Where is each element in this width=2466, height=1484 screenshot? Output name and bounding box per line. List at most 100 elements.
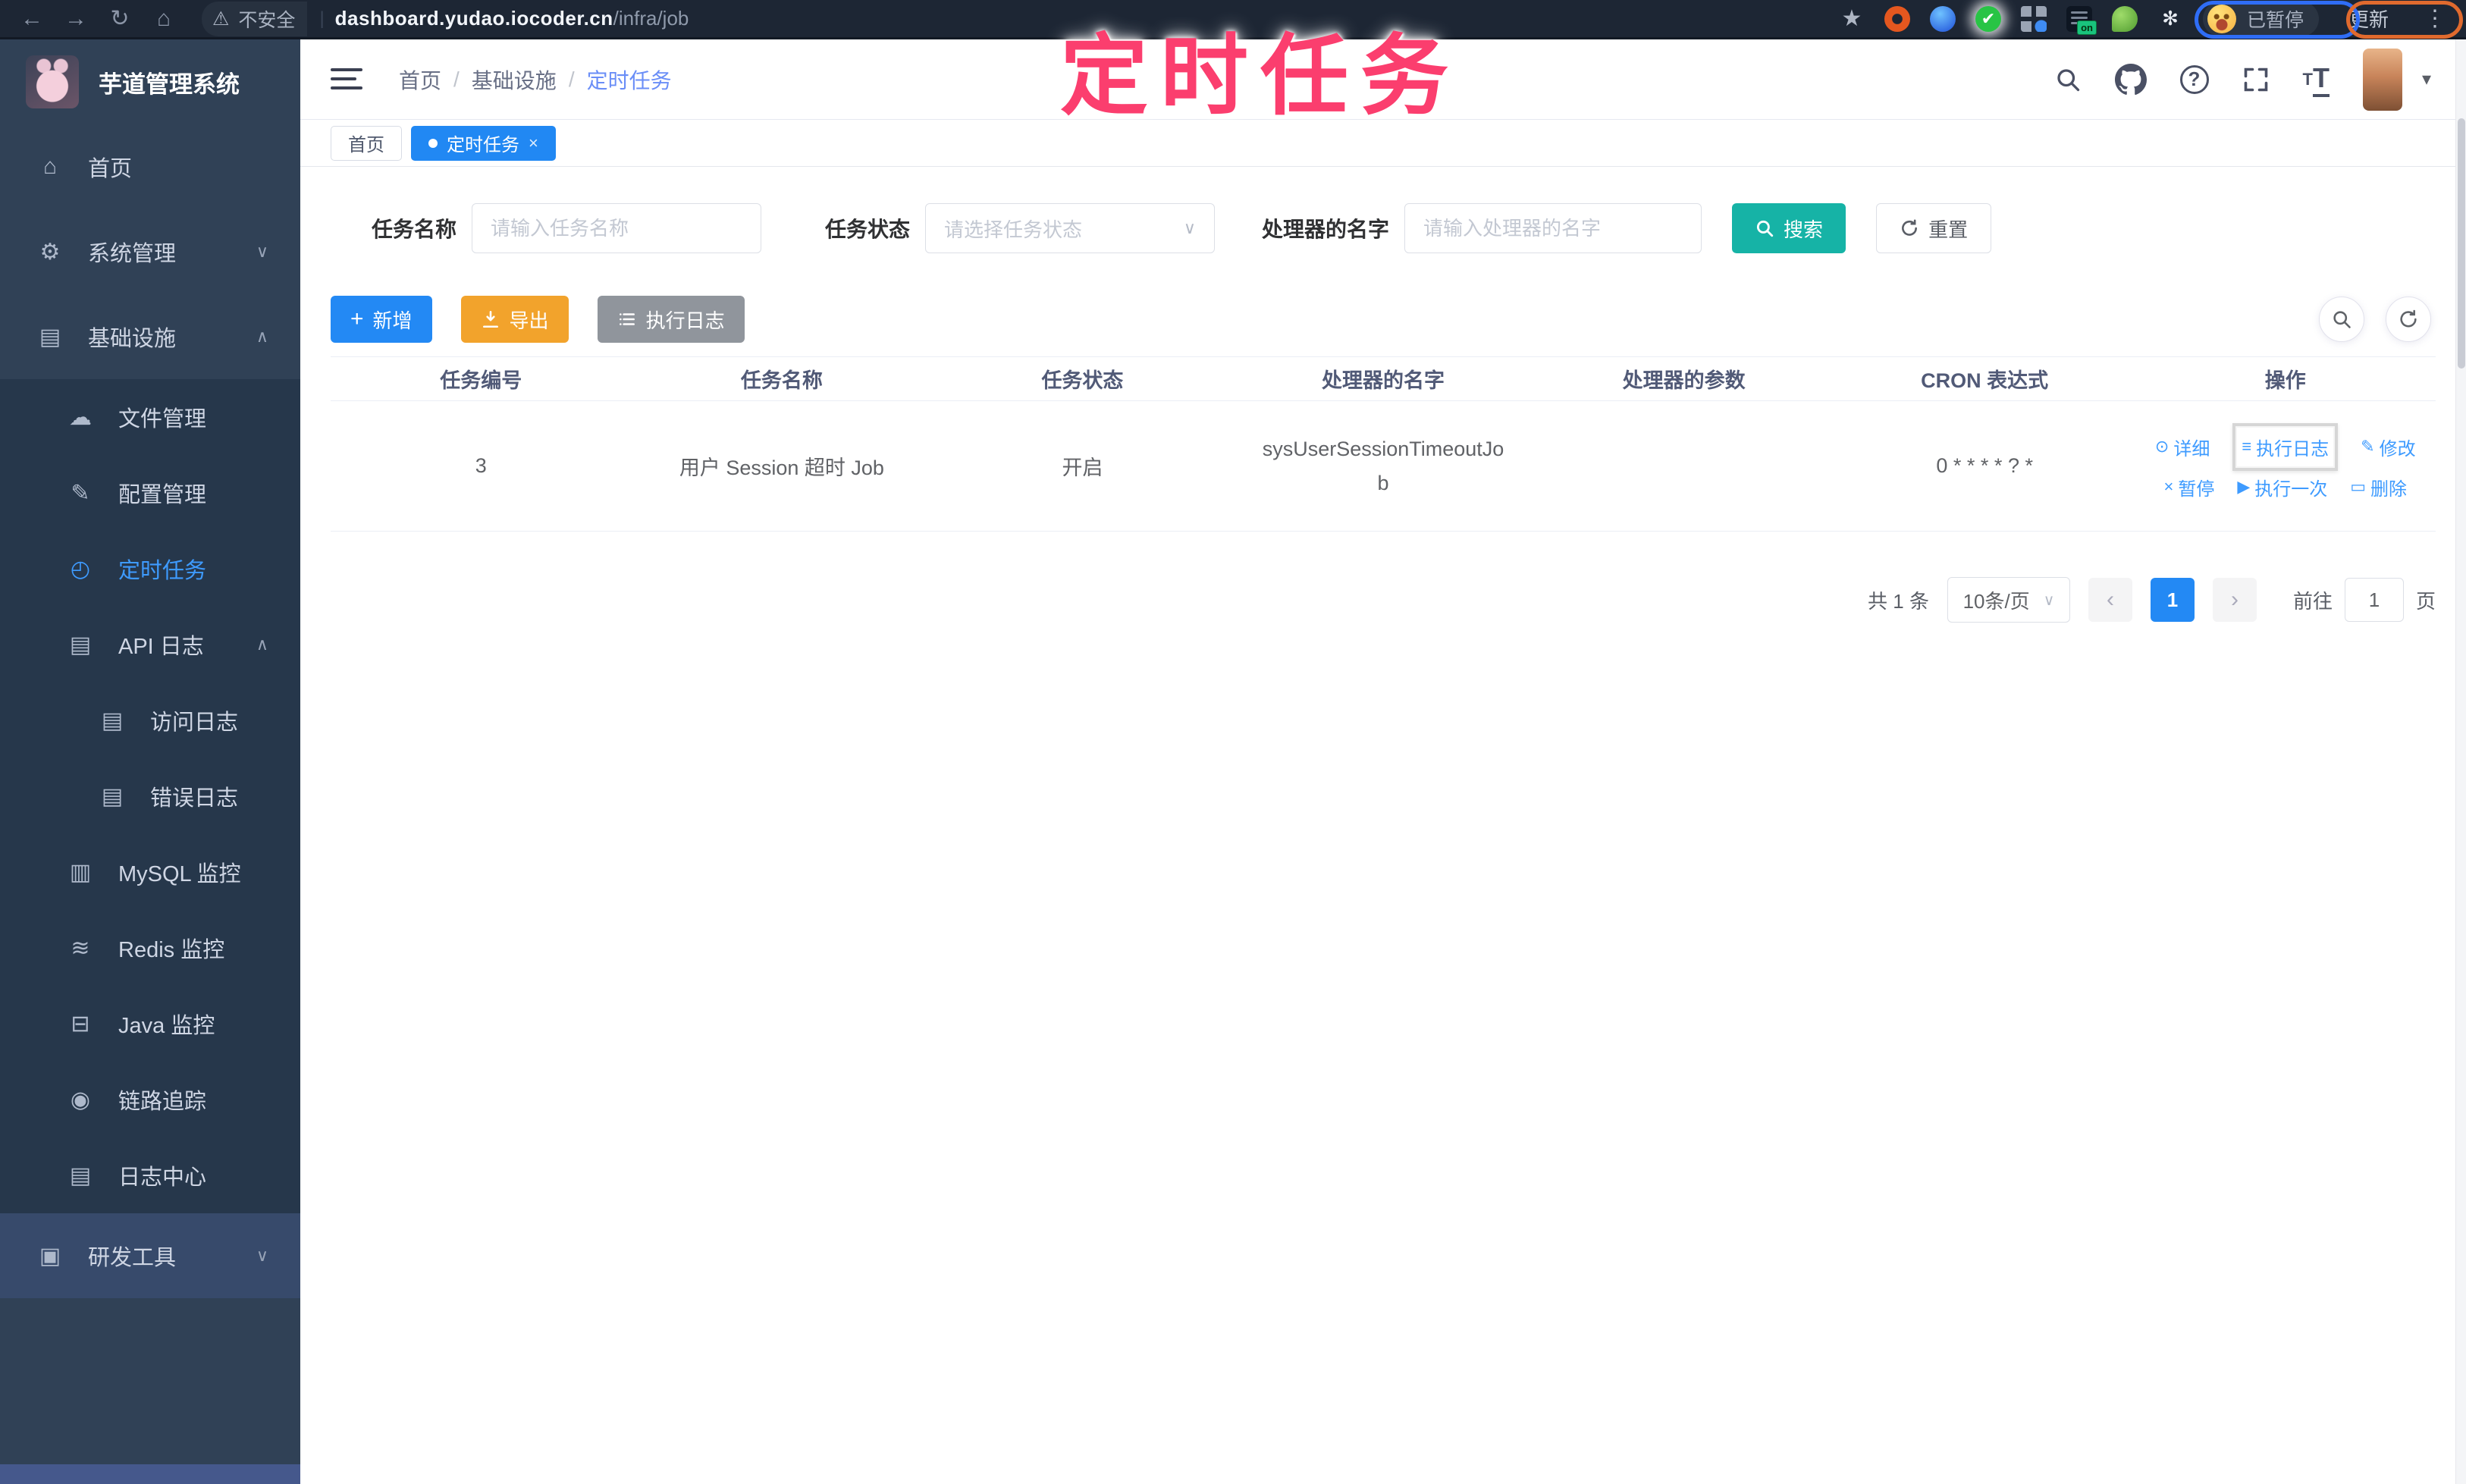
sidebar-item-log-center[interactable]: ▤ 日志中心 — [0, 1137, 300, 1213]
forward-icon[interactable]: → — [59, 6, 93, 32]
doc-icon: ▤ — [101, 707, 124, 733]
next-page-button[interactable]: › — [2212, 578, 2257, 622]
search-icon[interactable] — [2054, 66, 2082, 93]
job-status-select[interactable]: 请选择任务状态 ∨ — [925, 203, 1216, 253]
sidebar-item-api-log[interactable]: ▤ API 日志 ∧ — [0, 607, 300, 682]
col-handler-param: 处理器的参数 — [1622, 369, 1746, 392]
cell-job-name: 用户 Session 超时 Job — [679, 456, 884, 479]
security-chip[interactable]: ⚠ 不安全 — [202, 1, 308, 36]
sidebar-item-mysql-monitor[interactable]: ▥ MySQL 监控 — [0, 834, 300, 910]
page-scrollbar[interactable] — [2455, 39, 2466, 1484]
sidebar-item-config-mgmt[interactable]: ✎ 配置管理 — [0, 455, 300, 531]
bookmark-star-icon[interactable]: ★ — [1839, 6, 1865, 32]
breadcrumb-infrastructure[interactable]: 基础设施 — [472, 64, 557, 95]
toggle-search-button[interactable] — [2319, 296, 2364, 342]
prev-page-button[interactable]: ‹ — [2088, 578, 2132, 622]
refresh-button[interactable] — [2386, 296, 2431, 342]
sidebar-item-error-log[interactable]: ▤ 错误日志 — [0, 758, 300, 834]
address-bar[interactable]: | dashboard.yudao.iocoder.cn /infra/job — [318, 7, 689, 30]
exec-log-link[interactable]: ≡ 执行日志 — [2232, 422, 2339, 471]
extension-switch-icon[interactable]: on — [2066, 5, 2097, 35]
sidebar-item-access-log[interactable]: ▤ 访问日志 — [0, 682, 300, 758]
add-button[interactable]: + 新增 — [331, 296, 432, 343]
pencil-icon: ✎ — [2361, 437, 2375, 456]
page-number-1[interactable]: 1 — [2150, 578, 2195, 622]
tab-home[interactable]: 首页 — [331, 125, 402, 161]
tab-scheduled-tasks[interactable]: 定时任务 × — [411, 125, 556, 161]
redis-monitor-icon: ≋ — [71, 935, 90, 961]
sidebar-item-trace[interactable]: ◉ 链路追踪 — [0, 1062, 300, 1137]
font-size-icon[interactable]: TT — [2303, 62, 2330, 97]
infrastructure-icon: ▤ — [39, 324, 61, 350]
sidebar-item-redis-monitor[interactable]: ≋ Redis 监控 — [0, 910, 300, 986]
scrollbar-thumb[interactable] — [2458, 118, 2465, 369]
col-job-name: 任务名称 — [740, 369, 823, 392]
profile-paused-pill[interactable]: 已暂停 — [2202, 1, 2319, 36]
search-button[interactable]: 搜索 — [1732, 203, 1846, 253]
trace-icon: ◉ — [70, 1087, 91, 1112]
chevron-up-icon: ∧ — [256, 635, 268, 654]
cell-cron: 0 * * * * ? * — [1936, 454, 2033, 477]
avatar-dropdown-icon[interactable]: ▾ — [2422, 68, 2431, 90]
page-tabbar: 首页 定时任务 × — [300, 120, 2466, 167]
modify-link[interactable]: ✎ 修改 — [2361, 434, 2415, 460]
reset-button[interactable]: 重置 — [1876, 203, 1992, 253]
extension-grid-icon[interactable] — [2020, 5, 2047, 32]
sidebar-item-home[interactable]: ⌂ 首页 — [0, 124, 300, 209]
user-avatar[interactable] — [2362, 48, 2402, 111]
handler-name-label: 处理器的名字 — [1262, 218, 1390, 241]
log-icon: ▤ — [69, 632, 92, 657]
browser-menu-icon[interactable]: ⋮ — [2419, 5, 2451, 32]
browser-update-button[interactable]: 更新 — [2339, 0, 2399, 37]
help-icon[interactable]: ? — [2179, 64, 2209, 94]
sidebar-item-infrastructure[interactable]: ▤ 基础设施 ∧ — [0, 294, 300, 379]
col-actions: 操作 — [2264, 369, 2306, 392]
run-once-link[interactable]: ▶ 执行一次 — [2237, 474, 2327, 500]
extension-leaf-icon[interactable] — [2111, 5, 2138, 32]
handler-name-input[interactable] — [1404, 203, 1702, 253]
sidebar-item-system-mgmt[interactable]: ⚙ 系统管理 ∨ — [0, 209, 300, 294]
page-size-select[interactable]: 10条/页 ∨ — [1947, 577, 2070, 623]
breadcrumb: 首页 / 基础设施 / 定时任务 — [399, 64, 672, 95]
download-icon — [482, 310, 498, 328]
gear-icon: ⚙ — [39, 239, 61, 265]
sidebar-item-file-mgmt[interactable]: ☁ 文件管理 — [0, 379, 300, 455]
row-actions: ⊙ 详细 ≡ 执行日志 ✎ 修改 × 暂停 ▶ 执行一次 ▭ 删除 — [2135, 422, 2436, 500]
pause-link[interactable]: × 暂停 — [2163, 474, 2214, 500]
doc-icon: ▤ — [101, 783, 124, 809]
extension-orange-icon[interactable] — [1884, 5, 1910, 32]
sidebar-scroll-strip — [0, 1464, 300, 1484]
sidebar-item-java-monitor[interactable]: ⊟ Java 监控 — [0, 986, 300, 1062]
chevron-up-icon: ∧ — [256, 327, 268, 346]
detail-link[interactable]: ⊙ 详细 — [2155, 434, 2210, 460]
close-icon[interactable]: × — [529, 133, 538, 153]
home-icon[interactable]: ⌂ — [147, 6, 180, 32]
sidebar-item-scheduled-tasks[interactable]: ◴ 定时任务 — [0, 531, 300, 607]
sidebar: 芋道管理系统 ⌂ 首页 ⚙ 系统管理 ∨ ▤ 基础设施 ∧ ☁ 文件管理 ✎ 配… — [0, 39, 300, 1484]
table-row: 3 用户 Session 超时 Job 开启 sysUserSessionTim… — [331, 401, 2436, 532]
collapse-sidebar-icon[interactable] — [331, 67, 362, 93]
sidebar-item-dev-tools[interactable]: ▣ 研发工具 ∨ — [0, 1213, 300, 1298]
top-navbar: 首页 / 基础设施 / 定时任务 ? TT ▾ — [300, 39, 2466, 120]
github-icon[interactable] — [2114, 63, 2147, 96]
exec-log-button[interactable]: 执行日志 — [597, 296, 745, 343]
extension-blue-icon[interactable] — [1929, 5, 1956, 32]
active-dot-icon — [428, 138, 438, 148]
jobs-table: 任务编号 任务名称 任务状态 处理器的名字 处理器的参数 CRON 表达式 操作… — [331, 356, 2436, 532]
delete-link[interactable]: ▭ 删除 — [2350, 474, 2407, 500]
app-logo-row[interactable]: 芋道管理系统 — [0, 39, 300, 124]
col-cron: CRON 表达式 — [1921, 369, 2049, 392]
total-count: 共 1 条 — [1868, 589, 1929, 613]
export-button[interactable]: 导出 — [460, 296, 569, 343]
goto-label: 前往 — [2292, 589, 2333, 613]
breadcrumb-home[interactable]: 首页 — [399, 64, 441, 95]
goto-page-input[interactable] — [2344, 578, 2404, 622]
fullscreen-icon[interactable] — [2242, 66, 2270, 93]
cell-handler-name: sysUserSessionTimeoutJob — [1262, 437, 1504, 494]
extension-misc-icon[interactable]: ✻ — [2157, 6, 2183, 32]
reload-icon[interactable]: ↻ — [103, 5, 136, 32]
job-name-input[interactable] — [472, 203, 762, 253]
extension-green-icon[interactable]: ✔ — [1975, 5, 2001, 32]
back-icon[interactable]: ← — [15, 6, 49, 32]
app-logo — [26, 55, 79, 108]
